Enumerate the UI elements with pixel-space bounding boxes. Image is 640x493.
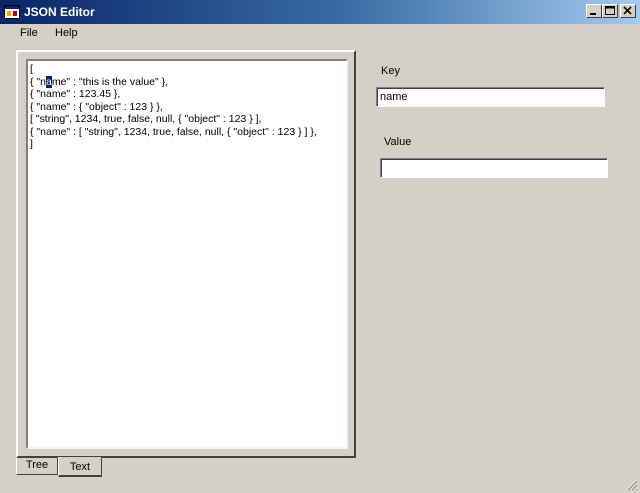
title-bar[interactable]: JSON Editor [0,0,640,24]
window-title: JSON Editor [24,5,95,19]
menu-file[interactable]: File [18,27,40,39]
code-line: { "name" : 123.45 }, [30,88,121,100]
json-text-editor[interactable]: [{ "name" : "this is the value" },{ "nam… [26,59,348,449]
code-line: [ [30,63,33,75]
maximize-icon [605,6,615,15]
minimize-icon [590,13,596,15]
app-window-icon [4,4,20,20]
code-line: ] [30,138,33,150]
value-label: Value [384,136,412,148]
resize-grip-icon[interactable] [626,479,638,491]
minimize-button[interactable] [586,4,602,18]
close-button[interactable] [620,4,636,18]
code-line: { "name" : "this is the value" }, [30,75,344,89]
key-field[interactable] [376,87,605,107]
code-line: { "name" : { "object" : 123 } }, [30,100,163,113]
value-field[interactable] [380,158,608,178]
code-text: me" : "this is the value" }, [51,75,169,88]
code-text: { "n [30,75,46,88]
tab-text[interactable]: Text [58,457,102,477]
tab-tree[interactable]: Tree [16,458,58,475]
close-icon [623,6,632,15]
menu-help[interactable]: Help [53,27,80,39]
code-line: { "name" : [ "string", 1234, true, false… [30,125,317,138]
key-label: Key [381,65,400,77]
menu-bar: File Help [0,24,640,44]
code-line: [ "string", 1234, true, false, null, { "… [30,113,262,125]
maximize-button[interactable] [602,4,618,18]
